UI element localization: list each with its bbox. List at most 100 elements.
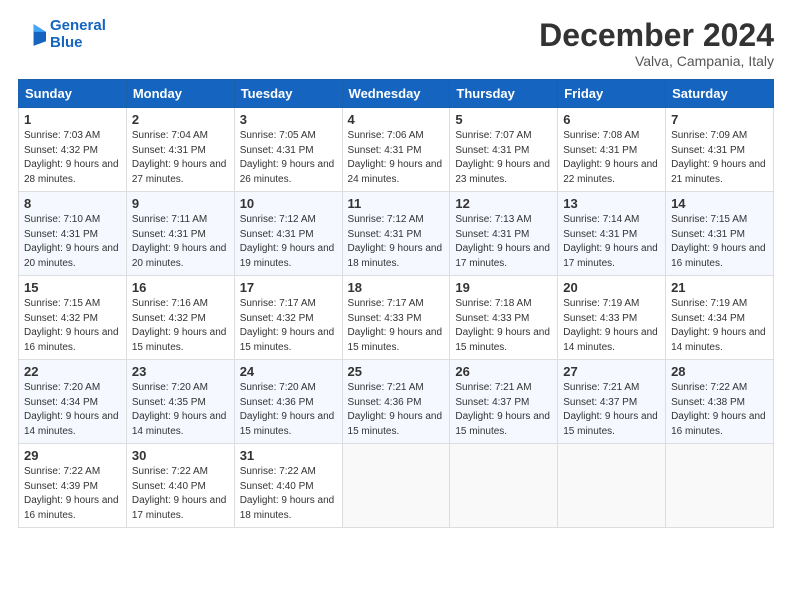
day-info: Sunrise: 7:19 AM Sunset: 4:34 PM Dayligh… [671, 297, 768, 355]
location: Valva, Campania, Italy [539, 53, 774, 69]
sunrise-label: Sunrise: [348, 214, 387, 225]
day-number: 16 [132, 280, 229, 295]
daylight-label: Daylight: [132, 327, 174, 338]
day-number: 6 [563, 112, 660, 127]
sunset-value: 4:31 PM [169, 145, 206, 156]
sunset-value: 4:37 PM [492, 397, 529, 408]
calendar-day-cell: 10 Sunrise: 7:12 AM Sunset: 4:31 PM Dayl… [234, 192, 342, 276]
daylight-label: Daylight: [240, 327, 282, 338]
sunrise-value: 7:15 AM [63, 298, 100, 309]
daylight-label: Daylight: [132, 159, 174, 170]
sunrise-value: 7:22 AM [279, 466, 316, 477]
sunset-value: 4:33 PM [384, 313, 421, 324]
calendar-day-cell [450, 444, 558, 528]
sunset-label: Sunset: [455, 397, 492, 408]
sunset-label: Sunset: [24, 145, 61, 156]
sunset-value: 4:31 PM [600, 229, 637, 240]
calendar-day-header: Thursday [450, 80, 558, 108]
sunset-value: 4:40 PM [276, 481, 313, 492]
day-info: Sunrise: 7:17 AM Sunset: 4:33 PM Dayligh… [348, 297, 445, 355]
sunset-label: Sunset: [671, 229, 708, 240]
calendar-week-row: 8 Sunrise: 7:10 AM Sunset: 4:31 PM Dayli… [19, 192, 774, 276]
day-info: Sunrise: 7:13 AM Sunset: 4:31 PM Dayligh… [455, 213, 552, 271]
sunrise-value: 7:11 AM [171, 214, 207, 225]
calendar-day-cell: 24 Sunrise: 7:20 AM Sunset: 4:36 PM Dayl… [234, 360, 342, 444]
sunset-value: 4:31 PM [492, 145, 529, 156]
sunset-label: Sunset: [348, 397, 385, 408]
sunrise-label: Sunrise: [132, 382, 171, 393]
day-info: Sunrise: 7:22 AM Sunset: 4:39 PM Dayligh… [24, 465, 121, 523]
calendar-day-cell: 31 Sunrise: 7:22 AM Sunset: 4:40 PM Dayl… [234, 444, 342, 528]
sunset-label: Sunset: [563, 313, 600, 324]
calendar-day-header: Tuesday [234, 80, 342, 108]
sunset-label: Sunset: [132, 397, 169, 408]
sunset-value: 4:33 PM [492, 313, 529, 324]
sunset-label: Sunset: [348, 313, 385, 324]
day-number: 18 [348, 280, 445, 295]
calendar-day-cell: 20 Sunrise: 7:19 AM Sunset: 4:33 PM Dayl… [558, 276, 666, 360]
calendar-day-cell: 22 Sunrise: 7:20 AM Sunset: 4:34 PM Dayl… [19, 360, 127, 444]
day-number: 11 [348, 196, 445, 211]
sunrise-label: Sunrise: [24, 382, 63, 393]
calendar-day-cell: 4 Sunrise: 7:06 AM Sunset: 4:31 PM Dayli… [342, 108, 450, 192]
daylight-label: Daylight: [671, 243, 713, 254]
sunrise-label: Sunrise: [455, 382, 494, 393]
day-info: Sunrise: 7:05 AM Sunset: 4:31 PM Dayligh… [240, 129, 337, 187]
daylight-label: Daylight: [240, 495, 282, 506]
sunset-value: 4:38 PM [708, 397, 745, 408]
day-info: Sunrise: 7:08 AM Sunset: 4:31 PM Dayligh… [563, 129, 660, 187]
day-info: Sunrise: 7:21 AM Sunset: 4:36 PM Dayligh… [348, 381, 445, 439]
sunrise-value: 7:20 AM [171, 382, 208, 393]
daylight-label: Daylight: [348, 411, 390, 422]
day-number: 22 [24, 364, 121, 379]
sunset-label: Sunset: [348, 145, 385, 156]
sunset-label: Sunset: [24, 313, 61, 324]
sunset-label: Sunset: [132, 313, 169, 324]
daylight-label: Daylight: [24, 159, 66, 170]
calendar-day-cell: 5 Sunrise: 7:07 AM Sunset: 4:31 PM Dayli… [450, 108, 558, 192]
sunrise-label: Sunrise: [132, 298, 171, 309]
calendar-day-cell: 30 Sunrise: 7:22 AM Sunset: 4:40 PM Dayl… [126, 444, 234, 528]
sunrise-value: 7:22 AM [711, 382, 748, 393]
day-info: Sunrise: 7:19 AM Sunset: 4:33 PM Dayligh… [563, 297, 660, 355]
sunrise-label: Sunrise: [671, 214, 710, 225]
sunrise-label: Sunrise: [132, 214, 171, 225]
calendar-day-cell: 14 Sunrise: 7:15 AM Sunset: 4:31 PM Dayl… [666, 192, 774, 276]
sunrise-value: 7:13 AM [495, 214, 532, 225]
sunset-value: 4:31 PM [708, 145, 745, 156]
sunset-label: Sunset: [24, 397, 61, 408]
sunrise-value: 7:03 AM [63, 130, 100, 141]
day-number: 30 [132, 448, 229, 463]
daylight-label: Daylight: [24, 411, 66, 422]
sunset-value: 4:31 PM [384, 145, 421, 156]
sunrise-value: 7:20 AM [63, 382, 100, 393]
logo-line1: General [50, 17, 106, 34]
calendar-day-header: Wednesday [342, 80, 450, 108]
daylight-label: Daylight: [132, 243, 174, 254]
sunrise-label: Sunrise: [24, 466, 63, 477]
day-number: 20 [563, 280, 660, 295]
calendar-week-row: 22 Sunrise: 7:20 AM Sunset: 4:34 PM Dayl… [19, 360, 774, 444]
sunset-value: 4:32 PM [169, 313, 206, 324]
day-info: Sunrise: 7:06 AM Sunset: 4:31 PM Dayligh… [348, 129, 445, 187]
day-number: 5 [455, 112, 552, 127]
sunset-label: Sunset: [240, 145, 277, 156]
day-info: Sunrise: 7:17 AM Sunset: 4:32 PM Dayligh… [240, 297, 337, 355]
sunset-value: 4:39 PM [61, 481, 98, 492]
daylight-label: Daylight: [671, 327, 713, 338]
calendar-day-cell: 13 Sunrise: 7:14 AM Sunset: 4:31 PM Dayl… [558, 192, 666, 276]
sunrise-value: 7:12 AM [279, 214, 316, 225]
sunset-label: Sunset: [348, 229, 385, 240]
sunrise-label: Sunrise: [563, 298, 602, 309]
logo-icon [18, 21, 46, 49]
day-info: Sunrise: 7:07 AM Sunset: 4:31 PM Dayligh… [455, 129, 552, 187]
sunrise-label: Sunrise: [240, 466, 279, 477]
sunset-label: Sunset: [132, 229, 169, 240]
calendar-day-cell: 21 Sunrise: 7:19 AM Sunset: 4:34 PM Dayl… [666, 276, 774, 360]
sunset-value: 4:31 PM [276, 229, 313, 240]
sunrise-value: 7:10 AM [63, 214, 100, 225]
page: General Blue December 2024 Valva, Campan… [0, 0, 792, 612]
calendar-day-cell [558, 444, 666, 528]
sunset-value: 4:40 PM [169, 481, 206, 492]
day-number: 21 [671, 280, 768, 295]
